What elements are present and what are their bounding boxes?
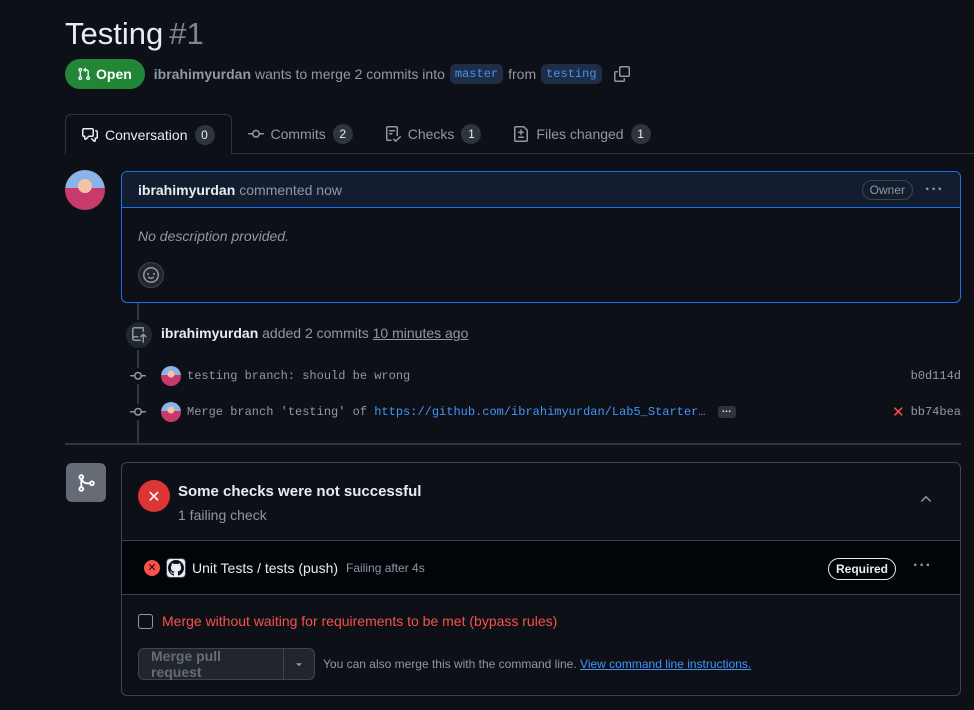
tab-commits-count: 2 xyxy=(332,124,353,144)
checks-subtitle: 1 failing check xyxy=(178,507,267,523)
kebab-horizontal-icon[interactable]: ··· xyxy=(925,181,944,199)
commit-row: Merge branch 'testing' of https://github… xyxy=(130,401,961,423)
cli-hint: You can also merge this with the command… xyxy=(323,657,751,671)
merge-pull-request-button[interactable]: Merge pull request xyxy=(138,648,284,680)
checklist-icon xyxy=(385,126,401,142)
comment-discussion-icon xyxy=(82,127,98,142)
comment-body: No description provided. xyxy=(138,228,289,244)
commit-url-link[interactable]: https://github.com/ibrahimyurdan/Lab5_St… xyxy=(374,405,705,419)
pr-number: #1 xyxy=(169,16,204,51)
chevron-up-icon[interactable] xyxy=(918,491,934,510)
avatar[interactable] xyxy=(161,366,181,386)
comment-box: ibrahimyurdan commented now Owner ··· No… xyxy=(121,171,961,303)
bypass-option[interactable]: Merge without waiting for requirements t… xyxy=(138,613,557,629)
tab-commits-label: Commits xyxy=(270,126,326,142)
copy-icon[interactable] xyxy=(613,65,631,83)
required-badge: Required xyxy=(827,558,896,580)
commit-sha-link[interactable]: ✕ bb74bea xyxy=(892,403,961,421)
pr-meta: Open ibrahimyurdan wants to merge 2 comm… xyxy=(65,59,631,89)
github-logo-icon xyxy=(166,557,186,578)
kebab-horizontal-icon[interactable]: ··· xyxy=(913,557,932,575)
checks-title: Some checks were not successful xyxy=(178,483,422,500)
x-icon[interactable]: ✕ xyxy=(892,403,905,421)
git-pull-request-icon xyxy=(78,67,91,81)
tab-files-changed-count: 1 xyxy=(630,124,651,144)
checks-summary[interactable]: ✕ Some checks were not successful 1 fail… xyxy=(122,463,960,541)
git-commit-icon xyxy=(130,404,146,420)
tab-conversation-count: 0 xyxy=(194,124,215,145)
state-badge: Open xyxy=(65,59,145,89)
expand-message-button[interactable]: … xyxy=(717,405,736,418)
timeline-author-link[interactable]: ibrahimyurdan xyxy=(161,325,258,341)
x-circle-icon: ✕ xyxy=(144,559,160,576)
cli-text: You can also merge this with the command… xyxy=(323,657,577,671)
git-merge-icon xyxy=(66,463,106,502)
pr-author-link[interactable]: ibrahimyurdan xyxy=(154,66,251,82)
commit-sha: bb74bea xyxy=(910,405,961,419)
tab-files-changed[interactable]: Files changed 1 xyxy=(497,114,666,154)
timeline-action: added 2 commits xyxy=(262,325,369,341)
bypass-checkbox[interactable] xyxy=(138,613,153,629)
git-commit-icon xyxy=(247,129,264,138)
tab-files-changed-label: Files changed xyxy=(536,126,624,142)
git-commit-icon xyxy=(130,368,146,384)
avatar[interactable] xyxy=(161,402,181,422)
comment-header: ibrahimyurdan commented now Owner ··· xyxy=(122,172,960,208)
comment-author-link[interactable]: ibrahimyurdan xyxy=(138,182,235,198)
comment-action: commented now xyxy=(239,181,342,198)
commit-sha: b0d114d xyxy=(910,369,961,383)
avatar[interactable] xyxy=(65,170,105,210)
commit-message-link[interactable]: Merge branch 'testing' of xyxy=(187,405,367,419)
merge-method-dropdown[interactable] xyxy=(284,648,315,680)
pr-title: Testing xyxy=(65,16,164,51)
check-name: Unit Tests / tests (push) xyxy=(192,559,339,576)
timeline-time-link[interactable]: 10 minutes ago xyxy=(373,325,469,341)
base-branch[interactable]: master xyxy=(449,64,504,84)
tab-checks-label: Checks xyxy=(407,126,455,142)
bypass-label[interactable]: Merge without waiting for requirements t… xyxy=(162,613,557,629)
tab-commits[interactable]: Commits 2 xyxy=(232,114,369,154)
timeline-divider xyxy=(65,443,961,445)
tab-conversation-label: Conversation xyxy=(105,126,188,143)
commit-message: Merge branch 'testing' of https://github… xyxy=(187,405,706,419)
commit-message-link[interactable]: testing branch: should be wrong xyxy=(187,369,410,383)
commit-row: testing branch: should be wrong b0d114d xyxy=(130,365,961,387)
tab-checks-count: 1 xyxy=(461,124,482,144)
check-row[interactable]: ✕ Unit Tests / tests (push) Failing afte… xyxy=(122,541,960,595)
merge-actions: Merge pull request You can also merge th… xyxy=(138,648,751,680)
pr-tabs: Conversation 0 Commits 2 Checks 1 Files … xyxy=(65,114,974,155)
cli-instructions-link[interactable]: View command line instructions. xyxy=(580,657,751,671)
pr-title-row: Testing #1 xyxy=(65,14,204,54)
x-circle-icon: ✕ xyxy=(138,480,170,512)
smiley-icon[interactable] xyxy=(138,262,164,288)
merge-box: ✕ Some checks were not successful 1 fail… xyxy=(121,462,961,696)
pr-meta-text: wants to merge 2 commits into xyxy=(255,66,445,82)
tab-conversation[interactable]: Conversation 0 xyxy=(65,114,232,155)
owner-badge: Owner xyxy=(861,179,914,200)
head-branch[interactable]: testing xyxy=(541,64,602,84)
timeline-event: ibrahimyurdan added 2 commits 10 minutes… xyxy=(161,325,468,341)
commit-sha-link[interactable]: b0d114d xyxy=(911,369,961,383)
triangle-down-icon xyxy=(296,663,302,667)
check-status: Failing after 4s xyxy=(346,560,425,575)
from-text: from xyxy=(508,66,537,82)
repo-push-icon xyxy=(124,320,154,350)
tab-checks[interactable]: Checks 1 xyxy=(369,114,498,154)
state-label: Open xyxy=(96,66,132,82)
file-diff-icon xyxy=(514,126,529,142)
